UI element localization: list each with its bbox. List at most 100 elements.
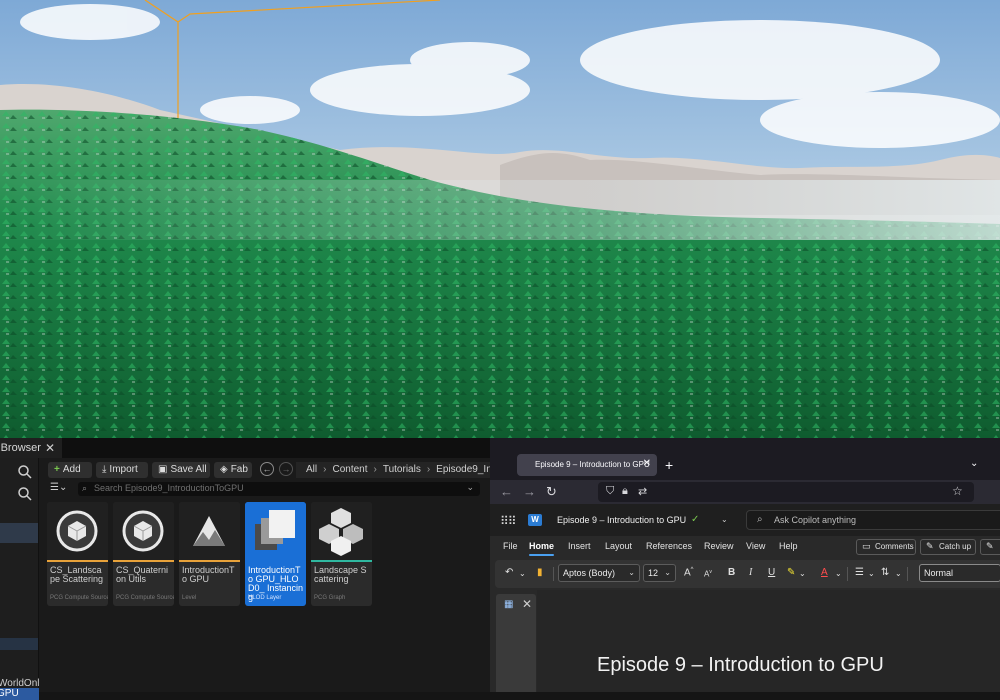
permissions-icon[interactable]: ⇄ bbox=[638, 485, 647, 498]
browser-tab-active[interactable]: Episode 9 – Introduction to GPU ✕ bbox=[517, 454, 657, 476]
asset-tile-selected[interactable]: IntroductionTo GPU_HLOD0_ Instancing HLO… bbox=[245, 502, 306, 606]
breadcrumb-episode9[interactable]: Episode9_IntroductionToGPU bbox=[436, 464, 490, 475]
search-icon[interactable] bbox=[17, 464, 33, 480]
divider bbox=[847, 567, 848, 581]
shield-icon[interactable]: ⛉ bbox=[606, 485, 614, 498]
styles-select[interactable]: Normal bbox=[919, 564, 1000, 582]
add-button[interactable]: + Add bbox=[48, 462, 92, 478]
back-icon[interactable]: ← bbox=[260, 462, 274, 476]
highlight-icon[interactable]: ✎ bbox=[787, 567, 795, 578]
chevron-down-icon[interactable]: ⌄ bbox=[970, 458, 978, 469]
search-icon[interactable] bbox=[17, 486, 33, 502]
editing-button[interactable]: ✎ bbox=[980, 539, 1000, 555]
tab-review[interactable]: Review bbox=[704, 541, 734, 551]
copilot-search-input[interactable]: ⌕ Ask Copilot anything bbox=[746, 510, 1000, 530]
navigation-pane: ▦ ✕ bbox=[490, 588, 536, 692]
new-tab-button[interactable]: + bbox=[665, 457, 673, 473]
app-launcher-icon[interactable]: ⠿⠿ bbox=[500, 514, 517, 528]
fab-button[interactable]: ◈ Fab bbox=[214, 462, 252, 478]
catch-up-button[interactable]: ✎ Catch up bbox=[920, 539, 976, 555]
document-heading[interactable]: Episode 9 – Introduction to GPU bbox=[597, 654, 884, 677]
undo-icon[interactable]: ↶ bbox=[505, 567, 513, 578]
filter-icon[interactable]: ☰⌄ bbox=[50, 482, 67, 493]
comments-button[interactable]: ▭ Comments bbox=[856, 539, 916, 555]
bookmark-star-icon[interactable]: ☆ bbox=[952, 484, 963, 498]
document-canvas[interactable]: Episode 9 – Introduction to GPU bbox=[537, 590, 1000, 692]
font-name-select[interactable]: Aptos (Body) ⌄ bbox=[558, 564, 640, 582]
chevron-down-icon[interactable]: ⌄ bbox=[835, 569, 842, 578]
tab-layout[interactable]: Layout bbox=[605, 541, 632, 551]
chevron-down-icon: ⌄ bbox=[628, 568, 635, 577]
shrink-font-icon[interactable]: Av bbox=[704, 569, 712, 579]
word-titlebar: ⠿⠿ W Episode 9 – Introduction to GPU ✓ ⌄… bbox=[490, 504, 1000, 536]
chevron-down-icon[interactable]: ⌄ bbox=[519, 569, 526, 578]
close-icon[interactable]: ✕ bbox=[522, 597, 532, 611]
tab-view[interactable]: View bbox=[746, 541, 765, 551]
clipboard-icon[interactable]: ▮ bbox=[537, 567, 543, 578]
align-icon[interactable]: ☰ bbox=[855, 567, 864, 578]
bold-icon[interactable]: B bbox=[728, 567, 735, 578]
font-color-icon[interactable]: A bbox=[821, 567, 828, 578]
tab-insert[interactable]: Insert bbox=[568, 541, 591, 551]
reload-icon[interactable]: ↻ bbox=[546, 484, 557, 500]
url-bar[interactable]: ⛉ 🔒︎ ⇄ bbox=[598, 482, 974, 502]
chevron-down-icon: ⌄ bbox=[664, 568, 671, 577]
asset-name: IntroductionTo GPU bbox=[182, 565, 235, 584]
chevron-down-icon[interactable]: ⌄ bbox=[466, 482, 474, 493]
underline-icon[interactable]: U bbox=[768, 567, 775, 578]
asset-tile[interactable]: CS_Quaternion Utils PCG Compute Source bbox=[113, 502, 174, 606]
line-spacing-icon[interactable]: ⇅ bbox=[881, 567, 889, 578]
navigation-pane-header: ▦ ✕ bbox=[496, 594, 536, 616]
grow-font-icon[interactable]: A^ bbox=[684, 567, 694, 578]
tab-help[interactable]: Help bbox=[779, 541, 798, 551]
mountain-icon bbox=[179, 502, 240, 560]
tab-references[interactable]: References bbox=[646, 541, 692, 551]
chevron-down-icon[interactable]: ⌄ bbox=[895, 569, 902, 578]
selected-folder-label[interactable]: GPU bbox=[0, 688, 39, 700]
font-size-select[interactable]: 12 ⌄ bbox=[643, 564, 676, 582]
tab-home[interactable]: Home bbox=[529, 541, 554, 551]
tab-file[interactable]: File bbox=[503, 541, 518, 551]
tab-content-browser[interactable]: Content Browser ✕ bbox=[0, 438, 62, 458]
chevron-down-icon[interactable]: ⌄ bbox=[868, 569, 875, 578]
breadcrumb-content[interactable]: Content bbox=[332, 464, 367, 475]
search-icon: ⌕ bbox=[757, 514, 763, 525]
browser-window: Episode 9 – Introduction to GPU ✕ + ⌄ ← … bbox=[490, 438, 1000, 692]
selected-folder-row[interactable] bbox=[0, 523, 38, 543]
breadcrumb-tutorials[interactable]: Tutorials bbox=[383, 464, 421, 475]
lock-icon[interactable]: 🔒︎ bbox=[622, 485, 628, 498]
saved-status-icon[interactable]: ✓ bbox=[691, 514, 699, 525]
italic-icon[interactable]: I bbox=[749, 567, 752, 578]
forward-icon[interactable]: → bbox=[279, 462, 293, 476]
breadcrumb-all[interactable]: All bbox=[306, 464, 317, 475]
sidebar-icon[interactable]: ▦ bbox=[504, 599, 513, 610]
asset-type: PCG Compute Source bbox=[50, 595, 108, 601]
active-tab-indicator bbox=[529, 554, 554, 556]
asset-type: HLOD Layer bbox=[248, 595, 282, 601]
tab-label: Content Browser bbox=[0, 442, 41, 454]
asset-tile[interactable]: CS_Landscape Scattering PCG Compute Sour… bbox=[47, 502, 108, 606]
close-icon[interactable]: ✕ bbox=[45, 441, 55, 455]
search-placeholder: Search Episode9_IntroductionToGPU bbox=[94, 483, 244, 493]
sphere-cube-icon bbox=[47, 502, 108, 560]
folder-row[interactable] bbox=[0, 638, 38, 650]
forward-icon[interactable]: → bbox=[523, 484, 536, 499]
asset-tile[interactable]: Landscape Scattering PCG Graph bbox=[311, 502, 372, 606]
chevron-down-icon[interactable]: ⌄ bbox=[721, 515, 728, 524]
back-icon[interactable]: ← bbox=[500, 484, 513, 499]
asset-type: PCG Compute Source bbox=[116, 595, 174, 601]
save-icon: ▣ bbox=[158, 464, 168, 475]
asset-tile[interactable]: IntroductionTo GPU Level bbox=[179, 502, 240, 606]
save-all-button[interactable]: ▣ Save All bbox=[152, 462, 210, 478]
asset-type-strip bbox=[245, 560, 306, 562]
search-input[interactable]: ⌕ Search Episode9_IntroductionToGPU ⌄ bbox=[78, 482, 480, 496]
close-icon[interactable]: ✕ bbox=[643, 458, 651, 469]
stacked-layers-icon bbox=[245, 502, 306, 560]
landscape-scene bbox=[0, 0, 1000, 438]
comment-icon: ▭ bbox=[862, 541, 871, 551]
import-button[interactable]: ⤓ Import bbox=[96, 462, 148, 478]
level-viewport[interactable] bbox=[0, 0, 1000, 438]
home-ribbon: ↶ ⌄ ▮ Aptos (Body) ⌄ 12 ⌄ A^ Av B I U ✎ ⌄ … bbox=[495, 560, 1000, 588]
chevron-down-icon[interactable]: ⌄ bbox=[799, 569, 806, 578]
document-title[interactable]: Episode 9 – Introduction to GPU bbox=[557, 515, 686, 525]
